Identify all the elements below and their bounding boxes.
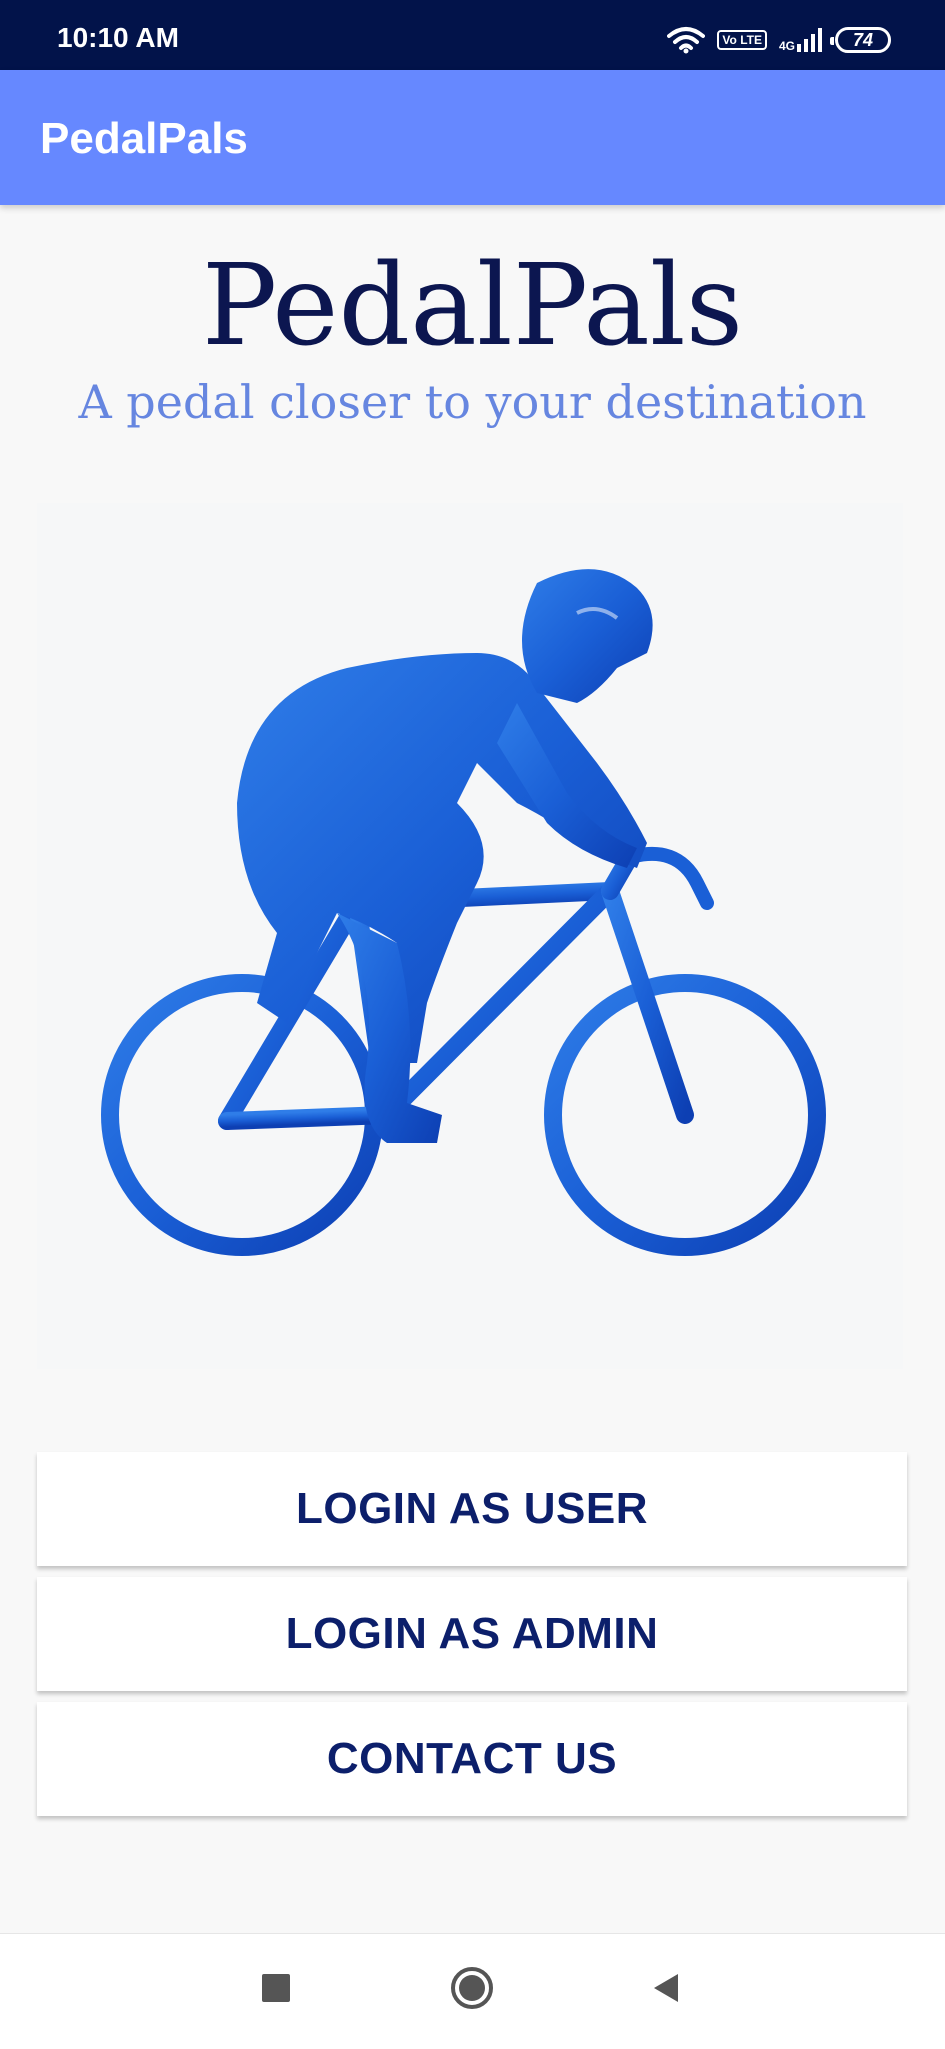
contact-us-button[interactable]: CONTACT US xyxy=(37,1702,907,1816)
home-icon[interactable] xyxy=(450,1966,494,2010)
hero-title: PedalPals xyxy=(201,241,744,371)
signal-icon: 4G xyxy=(779,28,823,52)
app-bar: PedalPals xyxy=(0,70,945,205)
battery-icon: 74 xyxy=(830,27,891,53)
network-label: 4G xyxy=(778,39,795,53)
login-as-admin-button[interactable]: LOGIN AS ADMIN xyxy=(37,1577,907,1691)
cyclist-icon xyxy=(101,569,826,1256)
system-nav-bar xyxy=(0,1933,945,2049)
login-as-user-button[interactable]: LOGIN AS USER xyxy=(37,1452,907,1566)
status-bar: 10:10 AM Vo LTE 4G 74 xyxy=(0,0,945,70)
hero-subtitle: A pedal closer to your destination xyxy=(78,375,867,429)
cyclist-illustration xyxy=(37,503,903,1369)
volte-icon: Vo LTE xyxy=(717,30,767,50)
app-bar-title: PedalPals xyxy=(40,114,248,163)
status-icons: Vo LTE 4G 74 xyxy=(667,23,891,57)
recents-icon[interactable] xyxy=(262,1974,290,2002)
status-time: 10:10 AM xyxy=(57,22,179,53)
back-icon[interactable] xyxy=(650,1972,682,2004)
wifi-icon xyxy=(667,27,706,54)
